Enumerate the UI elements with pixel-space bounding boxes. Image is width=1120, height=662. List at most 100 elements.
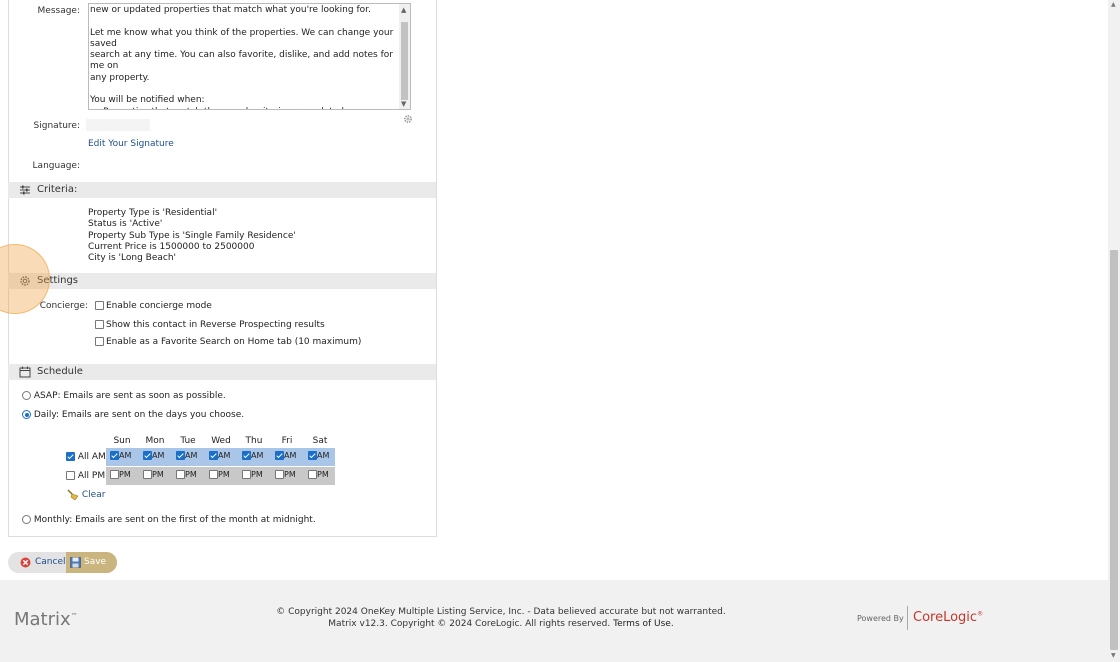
pm-slot-label: PM	[218, 470, 230, 479]
am-slot-checkbox[interactable]	[176, 451, 185, 460]
page-scroll-down-icon[interactable]: ▼	[1111, 652, 1116, 659]
copyright-line-1: © Copyright 2024 OneKey Multiple Listing…	[276, 607, 726, 617]
daily-radio[interactable]	[22, 410, 31, 419]
all-pm-label: All PM	[77, 471, 106, 481]
signature-label: Signature:	[33, 121, 80, 131]
asap-radio[interactable]	[22, 391, 31, 400]
criteria-list: Property Type is 'Residential' Status is …	[88, 208, 296, 264]
am-slot-label: AM	[119, 451, 132, 460]
am-slot-sun[interactable]: AM	[110, 451, 131, 460]
signature-preview	[86, 119, 150, 131]
message-textarea[interactable]: new or updated properties that match wha…	[88, 3, 411, 110]
pm-slot-label: PM	[284, 470, 296, 479]
am-slot-thu[interactable]: AM	[242, 451, 263, 460]
am-slot-label: AM	[218, 451, 231, 460]
broom-icon	[67, 489, 79, 501]
criteria-item: Property Type is 'Residential'	[88, 208, 218, 218]
language-label: Language:	[32, 161, 80, 171]
pm-slot-label: PM	[119, 470, 131, 479]
am-slot-fri[interactable]: AM	[275, 451, 296, 460]
clear-button[interactable]: Clear	[67, 489, 105, 501]
reverse-prospecting-checkbox[interactable]	[95, 320, 104, 329]
am-slot-checkbox[interactable]	[110, 451, 119, 460]
am-slot-wed[interactable]: AM	[209, 451, 230, 460]
am-slot-mon[interactable]: AM	[143, 451, 164, 460]
cancel-button[interactable]: Cancel	[8, 552, 66, 573]
day-header-sat: Sat	[312, 436, 328, 446]
day-header-tue: Tue	[180, 436, 196, 446]
save-button[interactable]: Save	[66, 552, 117, 573]
message-scroll-thumb[interactable]	[401, 22, 408, 100]
am-slot-label: AM	[317, 451, 330, 460]
calendar-icon	[19, 366, 31, 378]
sliders-icon	[20, 185, 30, 195]
pm-slot-checkbox[interactable]	[242, 470, 251, 479]
daily-option[interactable]: Daily: Emails are sent on the days you c…	[22, 410, 244, 420]
terms-of-use-link[interactable]: Terms of Use.	[613, 619, 674, 629]
am-slot-checkbox[interactable]	[275, 451, 284, 460]
action-buttons: Cancel Save	[8, 552, 117, 573]
all-am-toggle[interactable]: All AM	[66, 452, 106, 462]
favorite-search-checkbox[interactable]	[95, 337, 104, 346]
concierge-option-2[interactable]: Enable as a Favorite Search on Home tab …	[95, 337, 361, 347]
pm-slot-fri[interactable]: PM	[275, 470, 296, 479]
scroll-down-icon[interactable]: ▼	[401, 99, 406, 109]
am-slot-label: AM	[185, 451, 198, 460]
pm-slot-wed[interactable]: PM	[209, 470, 230, 479]
am-slot-tue[interactable]: AM	[176, 451, 197, 460]
am-slot-checkbox[interactable]	[209, 451, 218, 460]
am-slot-label: AM	[152, 451, 165, 460]
message-text: new or updated properties that match wha…	[90, 5, 396, 109]
page-scrollbar[interactable]: ▲ ▼	[1108, 0, 1120, 662]
pm-slot-checkbox[interactable]	[275, 470, 284, 479]
page-scroll-up-icon[interactable]: ▲	[1111, 1, 1116, 8]
pm-slot-label: PM	[251, 470, 263, 479]
footer: Matrix™ © Copyright 2024 OneKey Multiple…	[0, 580, 1108, 662]
monthly-option[interactable]: Monthly: Emails are sent on the first of…	[22, 515, 316, 525]
message-scrollbar[interactable]: ▲ ▼	[399, 4, 410, 109]
pm-slot-label: PM	[317, 470, 329, 479]
pm-slot-checkbox[interactable]	[110, 470, 119, 479]
asap-option[interactable]: ASAP: Emails are sent as soon as possibl…	[22, 391, 226, 401]
pm-slot-checkbox[interactable]	[209, 470, 218, 479]
scroll-up-icon[interactable]: ▲	[401, 5, 406, 16]
edit-signature-link[interactable]: Edit Your Signature	[88, 139, 174, 149]
pm-slot-checkbox[interactable]	[176, 470, 185, 479]
am-slot-sat[interactable]: AM	[308, 451, 329, 460]
am-slot-checkbox[interactable]	[143, 451, 152, 460]
enable-concierge-checkbox[interactable]	[95, 301, 104, 310]
pm-slot-mon[interactable]: PM	[143, 470, 164, 479]
pm-slot-thu[interactable]: PM	[242, 470, 263, 479]
am-slot-checkbox[interactable]	[308, 451, 317, 460]
concierge-option-1[interactable]: Show this contact in Reverse Prospecting…	[95, 320, 325, 330]
asap-label: ASAP: Emails are sent as soon as possibl…	[33, 391, 226, 401]
pm-slot-checkbox[interactable]	[308, 470, 317, 479]
concierge-option-0[interactable]: Enable concierge mode	[95, 301, 212, 311]
pm-slot-checkbox[interactable]	[143, 470, 152, 479]
day-header-sun: Sun	[113, 436, 131, 446]
am-slot-checkbox[interactable]	[242, 451, 251, 460]
message-line: any property.	[90, 72, 150, 83]
all-pm-toggle[interactable]: All PM	[66, 471, 105, 481]
copyright-line-2: Matrix v12.3. Copyright © 2024 CoreLogic…	[240, 619, 762, 631]
cancel-label: Cancel	[35, 557, 66, 567]
corelogic-logo: CoreLogic®	[913, 610, 983, 625]
pm-slot-sat[interactable]: PM	[308, 470, 329, 479]
all-am-label: All AM	[77, 452, 106, 462]
am-slot-label: AM	[284, 451, 297, 460]
option-label: Enable concierge mode	[106, 301, 212, 311]
all-am-checkbox[interactable]	[66, 452, 75, 461]
pm-slot-sun[interactable]: PM	[110, 470, 131, 479]
all-pm-checkbox[interactable]	[66, 471, 75, 480]
message-line: You will be notified when:	[90, 95, 205, 106]
powered-by-label: Powered By	[857, 614, 904, 623]
message-line: new or updated properties that match wha…	[90, 5, 371, 15]
page-scroll-thumb[interactable]	[1110, 250, 1118, 650]
monthly-radio[interactable]	[22, 515, 31, 524]
criteria-item: Status is 'Active'	[88, 219, 163, 230]
day-header-wed: Wed	[211, 436, 231, 446]
matrix-logo: Matrix™	[14, 609, 78, 630]
gear-icon[interactable]	[402, 113, 414, 125]
pm-slot-tue[interactable]: PM	[176, 470, 197, 479]
monthly-label: Monthly: Emails are sent on the first of…	[33, 515, 316, 525]
